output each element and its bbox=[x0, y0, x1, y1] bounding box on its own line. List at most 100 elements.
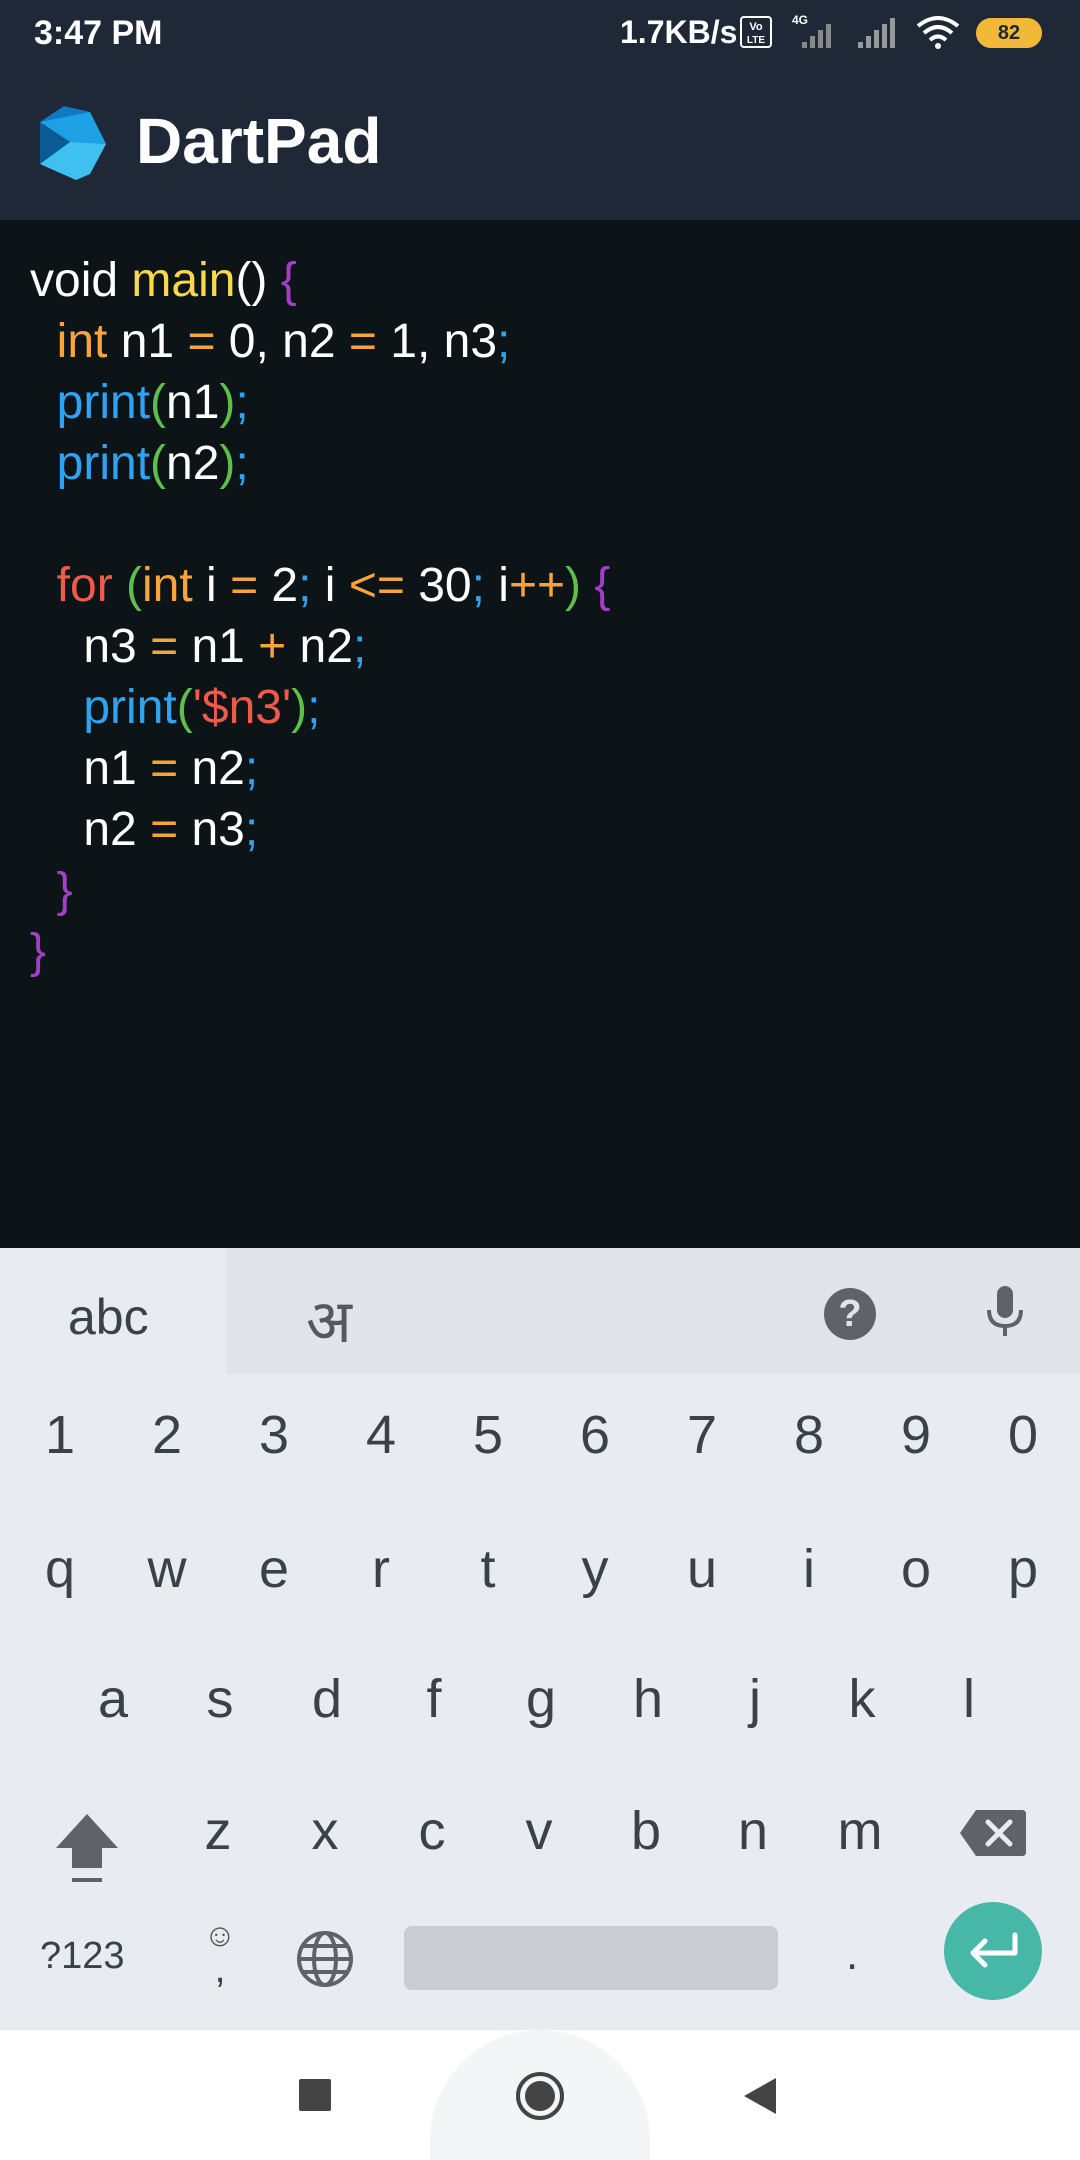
code-token: void bbox=[30, 254, 132, 307]
shift-icon[interactable] bbox=[52, 1810, 122, 1886]
key-4[interactable]: 4 bbox=[331, 1404, 431, 1466]
code-editor[interactable]: void main() { int n1 = 0, n2 = 1, n3; pr… bbox=[0, 220, 1080, 1414]
code-token: = bbox=[230, 559, 259, 612]
period-key[interactable]: . bbox=[846, 1930, 858, 1980]
code-token: n3 bbox=[30, 620, 151, 673]
key-x[interactable]: x bbox=[275, 1800, 375, 1862]
keyboard-tab-hindi[interactable]: अ bbox=[306, 1278, 352, 1360]
code-token: ; bbox=[235, 437, 249, 490]
key-w[interactable]: w bbox=[117, 1538, 217, 1600]
status-bar: 3:47 PM 1.7KB/s Vo LTE 4G 82 bbox=[0, 0, 1080, 66]
key-u[interactable]: u bbox=[652, 1538, 752, 1600]
key-q[interactable]: q bbox=[10, 1538, 110, 1600]
code-token: main bbox=[131, 254, 236, 307]
symbols-key[interactable]: ?123 bbox=[40, 1935, 125, 1978]
key-r[interactable]: r bbox=[331, 1538, 431, 1600]
globe-icon[interactable] bbox=[296, 1930, 354, 1988]
code-token: n2 bbox=[178, 742, 245, 795]
code-token: () bbox=[235, 254, 281, 307]
key-y[interactable]: y bbox=[545, 1538, 645, 1600]
key-n[interactable]: n bbox=[703, 1800, 803, 1862]
enter-key[interactable] bbox=[944, 1902, 1042, 2000]
app-title: DartPad bbox=[136, 105, 382, 177]
code-token: 0, n2 bbox=[215, 315, 349, 368]
key-a[interactable]: a bbox=[63, 1668, 163, 1730]
key-p[interactable]: p bbox=[973, 1538, 1073, 1600]
key-s[interactable]: s bbox=[170, 1668, 270, 1730]
key-9[interactable]: 9 bbox=[866, 1404, 966, 1466]
network-speed: 1.7KB/s bbox=[620, 14, 738, 50]
code-line[interactable]: print(n1); bbox=[30, 372, 610, 433]
microphone-icon[interactable] bbox=[984, 1284, 1026, 1340]
code-token: ; bbox=[235, 376, 249, 429]
code-line[interactable]: for (int i = 2; i <= 30; i++) { bbox=[30, 555, 611, 616]
key-6[interactable]: 6 bbox=[545, 1404, 645, 1466]
help-icon[interactable]: ? bbox=[824, 1288, 876, 1340]
code-token: = bbox=[150, 620, 179, 673]
code-line[interactable]: int n1 = 0, n2 = 1, n3; bbox=[30, 311, 610, 372]
code-token: ( bbox=[176, 681, 193, 734]
code-line[interactable]: void main() { bbox=[30, 250, 610, 311]
key-3[interactable]: 3 bbox=[224, 1404, 324, 1466]
recents-icon[interactable] bbox=[298, 2078, 332, 2112]
key-l[interactable]: l bbox=[919, 1668, 1019, 1730]
key-m[interactable]: m bbox=[810, 1800, 910, 1862]
key-j[interactable]: j bbox=[705, 1668, 805, 1730]
code-token: i bbox=[311, 559, 349, 612]
keyboard-tab-abc[interactable]: abc bbox=[0, 1248, 226, 1374]
code-token: i bbox=[192, 559, 231, 612]
key-7[interactable]: 7 bbox=[652, 1404, 752, 1466]
code-line[interactable]: n2 = n3; bbox=[30, 799, 610, 860]
key-8[interactable]: 8 bbox=[759, 1404, 859, 1466]
key-v[interactable]: v bbox=[489, 1800, 589, 1862]
code-token: n2 bbox=[166, 437, 220, 490]
backspace-icon[interactable] bbox=[958, 1806, 1028, 1860]
dart-logo-icon bbox=[40, 106, 106, 180]
code-token: ) bbox=[219, 376, 236, 429]
emoji-comma-key[interactable]: ☺ , bbox=[200, 1918, 240, 1989]
key-f[interactable]: f bbox=[384, 1668, 484, 1730]
code-line[interactable]: print('$n3'); bbox=[30, 677, 610, 738]
key-d[interactable]: d bbox=[277, 1668, 377, 1730]
wifi-icon bbox=[916, 16, 960, 49]
key-t[interactable]: t bbox=[438, 1538, 538, 1600]
home-icon[interactable] bbox=[514, 2070, 566, 2122]
key-g[interactable]: g bbox=[491, 1668, 591, 1730]
keyboard-tab-abc-label: abc bbox=[68, 1289, 149, 1345]
code-line[interactable]: print(n2); bbox=[30, 433, 610, 494]
key-2[interactable]: 2 bbox=[117, 1404, 217, 1466]
code-token: print bbox=[56, 376, 151, 429]
code-line[interactable]: } bbox=[30, 921, 610, 982]
code-token: ( bbox=[126, 559, 143, 612]
code-token: n2 bbox=[286, 620, 353, 673]
key-z[interactable]: z bbox=[168, 1800, 268, 1862]
svg-text:Vo: Vo bbox=[749, 21, 763, 33]
code-token: ++ bbox=[508, 559, 566, 612]
key-5[interactable]: 5 bbox=[438, 1404, 538, 1466]
code-token: n3 bbox=[178, 803, 245, 856]
key-b[interactable]: b bbox=[596, 1800, 696, 1862]
key-c[interactable]: c bbox=[382, 1800, 482, 1862]
space-bar[interactable] bbox=[404, 1926, 778, 1990]
code-token: n1 bbox=[178, 620, 259, 673]
code-text-area[interactable]: void main() { int n1 = 0, n2 = 1, n3; pr… bbox=[30, 250, 610, 982]
key-k[interactable]: k bbox=[812, 1668, 912, 1730]
back-icon[interactable] bbox=[742, 2076, 778, 2116]
volte-icon: Vo LTE bbox=[740, 16, 772, 48]
svg-text:4G: 4G bbox=[792, 13, 808, 27]
code-line[interactable] bbox=[30, 494, 610, 555]
key-h[interactable]: h bbox=[598, 1668, 698, 1730]
signal-4g-icon: 4G bbox=[792, 13, 831, 48]
keyboard-toolbar: abc अ ? bbox=[0, 1248, 1080, 1374]
key-1[interactable]: 1 bbox=[10, 1404, 110, 1466]
code-line[interactable]: } bbox=[30, 860, 610, 921]
code-line[interactable]: n3 = n1 + n2; bbox=[30, 616, 610, 677]
key-e[interactable]: e bbox=[224, 1538, 324, 1600]
code-token: ; bbox=[298, 559, 312, 612]
key-i[interactable]: i bbox=[759, 1538, 859, 1600]
code-line[interactable]: n1 = n2; bbox=[30, 738, 610, 799]
key-0[interactable]: 0 bbox=[973, 1404, 1073, 1466]
key-o[interactable]: o bbox=[866, 1538, 966, 1600]
